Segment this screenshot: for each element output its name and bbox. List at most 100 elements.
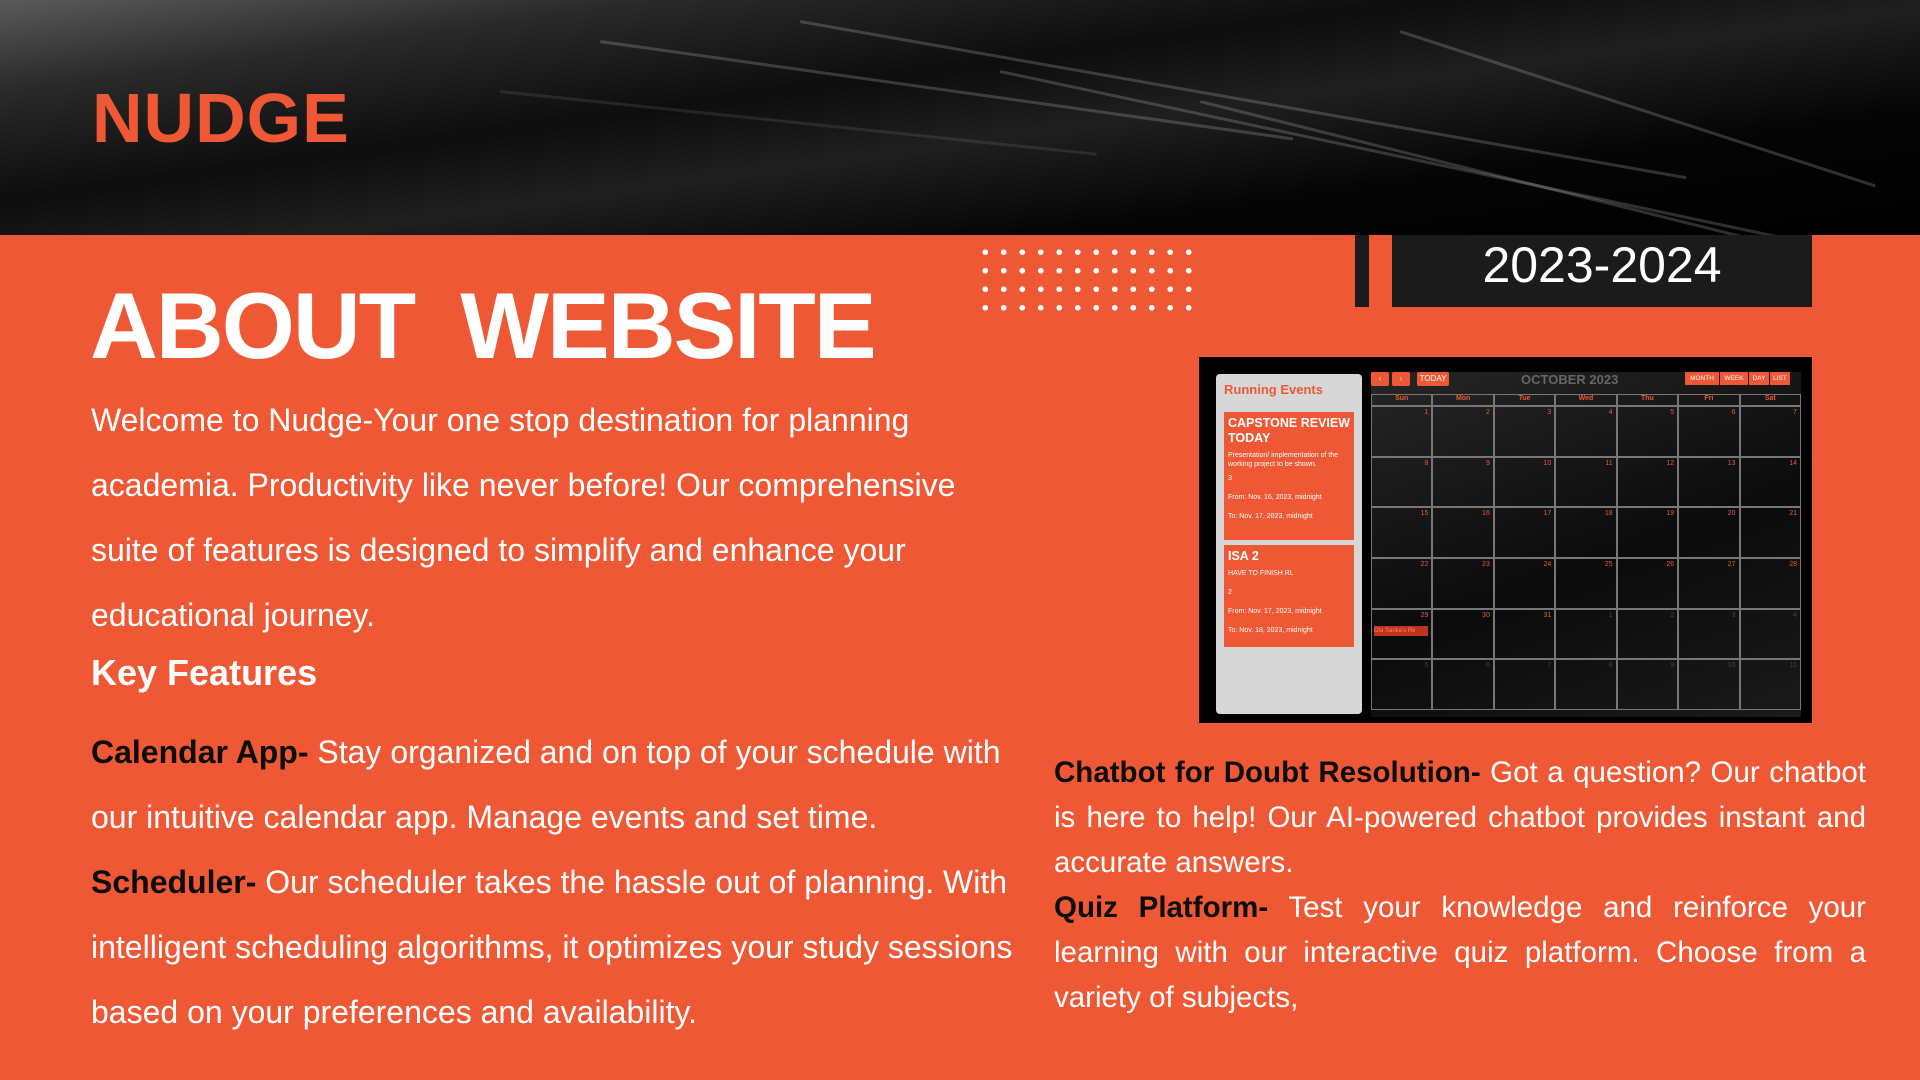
day-number: 24 [1543, 561, 1552, 568]
calendar-day-cell[interactable]: 2 [1432, 406, 1494, 457]
calendar-day-cell[interactable]: 9 [1432, 456, 1494, 508]
day-number: 29 [1420, 611, 1429, 619]
day-number: 31 [1543, 611, 1552, 619]
calendar-day-cell[interactable]: 12 [1616, 456, 1679, 508]
calendar-day-cell[interactable]: 4 [1739, 608, 1801, 660]
calendar-day-cell[interactable]: 22 [1371, 558, 1433, 609]
calendar-day-cell[interactable]: 10 [1493, 456, 1556, 508]
calendar-day-cell[interactable]: 8 [1371, 456, 1433, 508]
day-number: 10 [1727, 662, 1736, 670]
calendar-day-cell[interactable]: 25 [1555, 558, 1617, 609]
prev-month-button[interactable]: ‹ [1371, 372, 1389, 386]
today-button[interactable]: TODAY [1417, 372, 1449, 386]
feature-calendar: Calendar App- Stay organized and on top … [91, 720, 1031, 850]
calendar-day-cell[interactable]: 28 [1739, 558, 1801, 609]
calendar-day-cell[interactable]: 30 [1432, 608, 1494, 660]
calendar-day-cell[interactable]: 6 [1432, 659, 1494, 710]
page-title: ABOUT WEBSITE [90, 273, 877, 378]
calendar-day-cell[interactable]: 19 [1616, 507, 1679, 558]
day-number: 5 [1424, 662, 1429, 670]
day-of-week-header: Mon [1432, 394, 1494, 406]
day-number: 9 [1670, 662, 1675, 670]
calendar-view: ‹ › TODAY OCTOBER 2023 MONTH WEEK DAY LI… [1371, 372, 1801, 717]
next-month-button[interactable]: › [1392, 372, 1410, 386]
calendar-day-cell[interactable]: 18 [1555, 507, 1617, 558]
event-to: To: Nov. 18, 2023, midnight [1228, 627, 1313, 634]
view-list-button[interactable]: LIST [1770, 372, 1790, 385]
year-accent-bar [1355, 235, 1369, 307]
feature-quiz: Quiz Platform- Test your knowledge and r… [1054, 885, 1866, 1020]
sidebar-title: Running Events [1224, 382, 1323, 397]
calendar-grid: Sun Mon Tue Wed Thu Fri Sat 1 2 3 4 5 6 7 8 9 10 11 12 13 14… [1371, 394, 1801, 710]
event-card: CAPSTONE REVIEW TODAY Presentation/ impl… [1224, 412, 1354, 540]
day-number: 17 [1543, 510, 1552, 518]
calendar-event-chip[interactable]: Ola Sarika's Re [1374, 625, 1428, 636]
day-number: 19 [1666, 510, 1675, 518]
calendar-day-cell[interactable]: 31 [1493, 608, 1556, 660]
calendar-day-cell[interactable]: 17 [1493, 507, 1556, 558]
day-number: 13 [1727, 459, 1736, 467]
day-number: 11 [1789, 662, 1797, 670]
day-number: 2 [1670, 611, 1675, 619]
day-number: 10 [1543, 459, 1552, 467]
calendar-day-cell[interactable]: 8 [1555, 659, 1617, 710]
day-number: 25 [1604, 561, 1613, 568]
day-number: 30 [1482, 611, 1490, 619]
calendar-day-cell[interactable]: 11 [1555, 456, 1617, 508]
calendar-day-cell[interactable]: 2 [1616, 608, 1679, 660]
calendar-day-cell[interactable]: 9 [1616, 659, 1679, 710]
year-badge: 2023-2024 [1392, 235, 1812, 307]
calendar-day-cell[interactable]: 1 [1555, 608, 1617, 660]
calendar-day-cell[interactable]: 14 [1739, 456, 1801, 508]
view-day-button[interactable]: DAY [1749, 372, 1769, 385]
calendar-day-cell[interactable]: 4 [1555, 406, 1617, 457]
calendar-day-cell[interactable]: 3 [1678, 608, 1740, 660]
decorative-dot-grid [976, 243, 1196, 313]
calendar-month-title: OCTOBER 2023 [1521, 372, 1619, 387]
calendar-day-cell[interactable]: 1 [1371, 406, 1433, 457]
day-number: 8 [1608, 662, 1613, 670]
feature-scheduler: Scheduler- Our scheduler takes the hassl… [91, 850, 1031, 1045]
running-events-sidebar: Running Events CAPSTONE REVIEW TODAY Pre… [1216, 374, 1362, 714]
calendar-day-cell[interactable]: 23 [1432, 558, 1494, 609]
view-month-button[interactable]: MONTH [1685, 372, 1719, 385]
calendar-day-cell[interactable]: 16 [1432, 507, 1494, 558]
intro-paragraph: Welcome to Nudge-Your one stop destinati… [91, 402, 956, 633]
calendar-day-cell[interactable]: 11 [1739, 659, 1801, 710]
day-number: 28 [1789, 561, 1797, 568]
calendar-day-cell[interactable]: 29 Ola Sarika's Re [1371, 608, 1433, 660]
event-title: ISA 2 [1228, 549, 1259, 563]
day-number: 3 [1731, 611, 1736, 619]
event-desc: Presentation/ implementation of the work… [1228, 452, 1339, 468]
day-number: 18 [1604, 510, 1613, 518]
calendar-day-cell[interactable]: 10 [1678, 659, 1740, 710]
day-number: 7 [1547, 662, 1552, 670]
calendar-day-cell[interactable]: 7 [1493, 659, 1556, 710]
calendar-day-cell[interactable]: 7 [1739, 406, 1801, 457]
day-of-week-header: Thu [1616, 394, 1679, 406]
calendar-day-cell[interactable]: 26 [1616, 558, 1679, 609]
calendar-day-cell[interactable]: 5 [1616, 406, 1679, 457]
day-of-week-header: Fri [1678, 394, 1740, 406]
day-number: 5 [1670, 409, 1675, 416]
feature-scheduler-label: Scheduler- [91, 864, 257, 900]
day-of-week-header: Sat [1739, 394, 1801, 406]
event-card: ISA 2 HAVE TO FINISH RL 2 From: Nov. 17,… [1224, 545, 1354, 647]
calendar-day-cell[interactable]: 15 [1371, 507, 1433, 558]
calendar-day-cell[interactable]: 6 [1678, 406, 1740, 457]
calendar-day-cell[interactable]: 20 [1678, 507, 1740, 558]
event-num: 2 [1228, 589, 1232, 596]
event-from: From: Nov. 17, 2023, midnight [1228, 608, 1322, 615]
calendar-day-cell[interactable]: 5 [1371, 659, 1433, 710]
brand-logo: NUDGE [92, 79, 350, 157]
calendar-day-cell[interactable]: 27 [1678, 558, 1740, 609]
calendar-day-cell[interactable]: 3 [1493, 406, 1556, 457]
calendar-day-cell[interactable]: 21 [1739, 507, 1801, 558]
calendar-day-cell[interactable]: 13 [1678, 456, 1740, 508]
feature-chatbot: Chatbot for Doubt Resolution- Got a ques… [1054, 750, 1866, 885]
feature-quiz-label: Quiz Platform- [1054, 891, 1269, 924]
day-number: 6 [1485, 662, 1490, 670]
view-week-button[interactable]: WEEK [1720, 372, 1748, 385]
header-banner: NUDGE [0, 0, 1920, 235]
calendar-day-cell[interactable]: 24 [1493, 558, 1556, 609]
